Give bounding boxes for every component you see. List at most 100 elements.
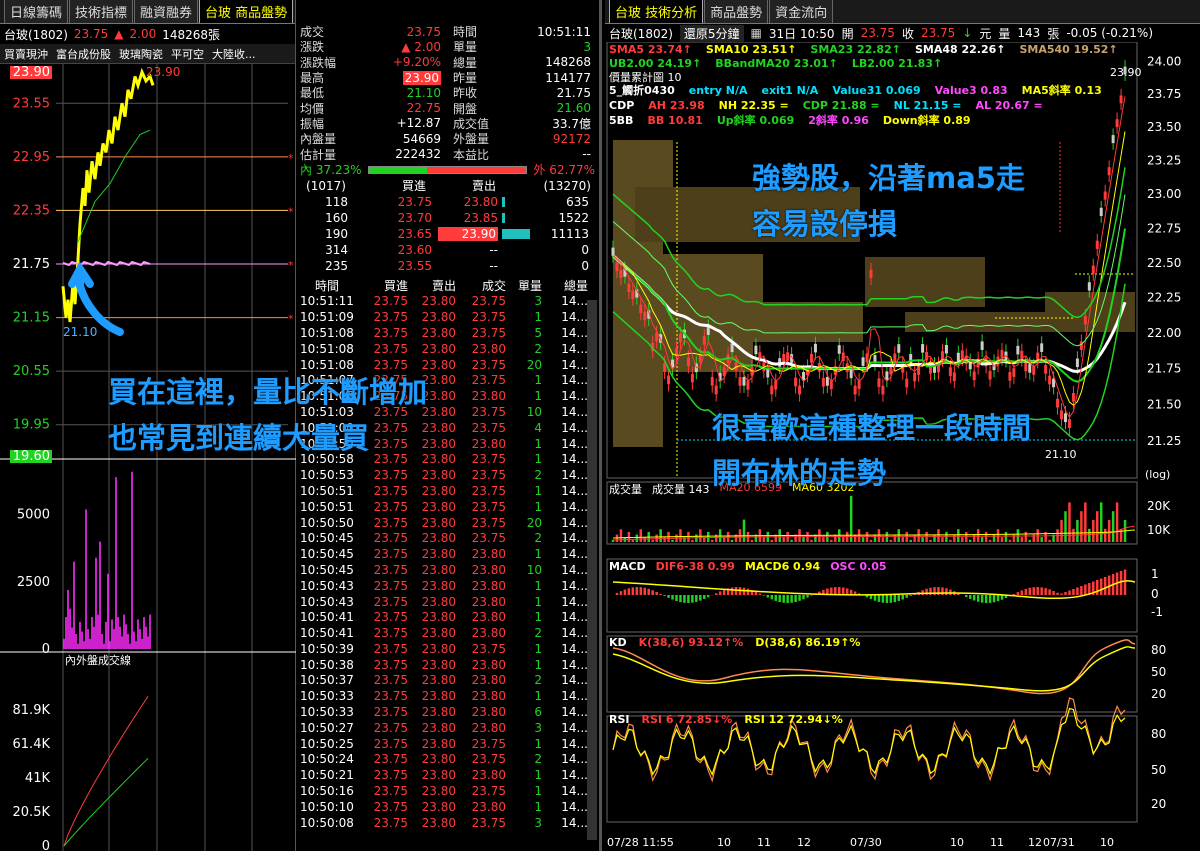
tick-cell: 2 (534, 626, 542, 641)
toolbar-item-4[interactable]: 大陸收... (212, 46, 256, 62)
tick-cell: 23.75 (373, 736, 408, 751)
candle-body (782, 354, 786, 363)
open-label: 開 (841, 26, 854, 41)
tick-cell: 23.80 (471, 578, 506, 593)
tab-1[interactable]: 商品盤勢 (704, 0, 769, 23)
tick-row: 10:51:08 23.75 23.80 23.80 2 14... (296, 341, 599, 357)
candle-body (1063, 413, 1067, 423)
tick-cell: 10:50:45 (300, 531, 354, 546)
toolbar-item-3[interactable]: 平可空 (171, 46, 204, 62)
price-axis-label: 23.55 (13, 96, 50, 111)
tick-cell: 23.80 (421, 705, 456, 720)
tick-cell: 23.80 (421, 594, 456, 609)
tick-cell: 23.80 (421, 531, 456, 546)
tick-row: 10:50:51 23.75 23.80 23.75 1 14... (296, 499, 599, 515)
legend-item: 2斜率 0.96 (808, 114, 869, 127)
candle-body (1016, 345, 1020, 355)
tab-3[interactable]: 台玻 商品盤勢 (199, 0, 294, 23)
book-row: 235 23.55 -- 0 (296, 258, 599, 274)
tick-cell: 14... (561, 578, 588, 593)
tick-cell: 3 (534, 720, 542, 735)
candle-body (643, 311, 647, 321)
tick-cell: 1 (534, 499, 542, 514)
tick-cell: 3 (534, 294, 542, 309)
tick-cell: 14... (561, 689, 588, 704)
toolbar-item-2[interactable]: 玻璃陶瓷 (119, 46, 163, 62)
candle-body (1075, 358, 1079, 368)
legend-item: UB2.00 24.19↑ (609, 57, 702, 70)
quote-row: 漲跌幅 +9.20% 總量 148268 (296, 55, 599, 70)
candle-body (738, 377, 742, 386)
inner-cum-line (63, 757, 149, 847)
tick-cell: 23.75 (471, 641, 506, 656)
price-axis-label: 22.95 (13, 150, 50, 165)
tick-cell: 23.80 (421, 673, 456, 688)
tab-2[interactable]: 資金流向 (769, 0, 834, 23)
tab-0[interactable]: 日線籌碼 (4, 0, 69, 23)
tick-row: 10:50:24 23.75 23.80 23.75 2 14... (296, 752, 599, 768)
tick-head-5: 總量 (563, 279, 588, 294)
ask-price: 23.80 (463, 194, 498, 209)
bid-qty: 160 (325, 210, 348, 225)
tick-cell: 10:51:09 (300, 310, 354, 325)
quote-value-text: 21.10 (406, 85, 441, 100)
tick-cell: 23.75 (373, 689, 408, 704)
price-axis-label: 21.25 (1147, 434, 1181, 448)
rsi-axis-label: 20 (1151, 797, 1166, 811)
candle-body (940, 351, 944, 360)
volume-profile-block (613, 412, 663, 447)
volume-profile-block (613, 302, 863, 342)
volume-axis-label: 20K (1147, 499, 1171, 513)
tick-cell: 10:51:08 (300, 357, 354, 372)
quote-label: 本益比 (453, 147, 490, 162)
tab-1[interactable]: 技術指標 (69, 0, 134, 23)
tick-cell: 23.75 (471, 752, 506, 767)
down-arrow-icon: ↓ (962, 26, 973, 40)
tick-cell: 23.75 (471, 499, 506, 514)
toolbar-item-1[interactable]: 富台成份股 (56, 46, 111, 62)
quote-value-text: 2.00 (414, 39, 441, 54)
tick-cell: 14... (561, 499, 588, 514)
candle-body (702, 336, 706, 345)
legend-item: DIF6-38 0.99 (655, 560, 735, 573)
quote-value: 114177 (545, 70, 591, 85)
book-head-3: (13270) (543, 178, 591, 193)
candle-body (678, 333, 682, 343)
tick-row: 10:50:45 23.75 23.80 23.80 1 14... (296, 546, 599, 562)
toolbar-item-0[interactable]: 買賣現沖 (4, 46, 48, 62)
tick-cell: 23.80 (421, 657, 456, 672)
book-header: (1017) 買進 賣出 (13270) (296, 178, 599, 194)
unit: 元 (979, 26, 992, 41)
legend-row: UB2.00 24.19↑ BBandMA20 23.01↑ LB2.00 21.8… (609, 56, 942, 71)
tick-cell: 10:50:43 (300, 578, 354, 593)
tick-cell: 23.80 (421, 420, 456, 435)
quote-value: 10:51:11 (537, 24, 591, 39)
kd-axis-label: 50 (1151, 665, 1166, 679)
macd-legend: MACD DIF6-38 0.99 MACD6 0.94 OSC 0.05 (609, 560, 887, 573)
book-row: 118 23.75 23.80 635 (296, 194, 599, 210)
candle-body (1103, 191, 1107, 200)
tick-cell: 1 (534, 784, 542, 799)
log-scale-label: (log) (1145, 468, 1170, 481)
candle-body (639, 304, 643, 314)
period-select[interactable]: 還原5分鐘 (679, 24, 744, 42)
tick-cell: 14... (561, 641, 588, 656)
tick-row: 10:51:11 23.75 23.80 23.75 3 14... (296, 293, 599, 309)
bid-qty: 190 (325, 226, 348, 241)
calendar-icon[interactable]: ▦ (751, 26, 762, 40)
close-value: 23.75 (920, 26, 956, 40)
tick-scrollbar[interactable] (587, 300, 597, 840)
legend-item: 成交量 (609, 483, 642, 496)
time-axis-label: 10 (717, 836, 731, 849)
tick-row: 10:50:41 23.75 23.80 23.80 1 14... (296, 609, 599, 625)
price-axis-label: 21.75 (13, 257, 50, 272)
tick-head-4: 單量 (517, 279, 542, 294)
tick-cell: 23.75 (373, 468, 408, 483)
legend-item: Value3 0.83 (934, 84, 1008, 97)
tab-0[interactable]: 台玻 技術分析 (609, 0, 704, 23)
legend-item: exit1 N/A (761, 84, 819, 97)
tick-cell: 23.80 (471, 436, 506, 451)
tick-cell: 23.75 (373, 562, 408, 577)
tick-cell: 23.75 (373, 515, 408, 530)
tab-2[interactable]: 融資融券 (134, 0, 199, 23)
